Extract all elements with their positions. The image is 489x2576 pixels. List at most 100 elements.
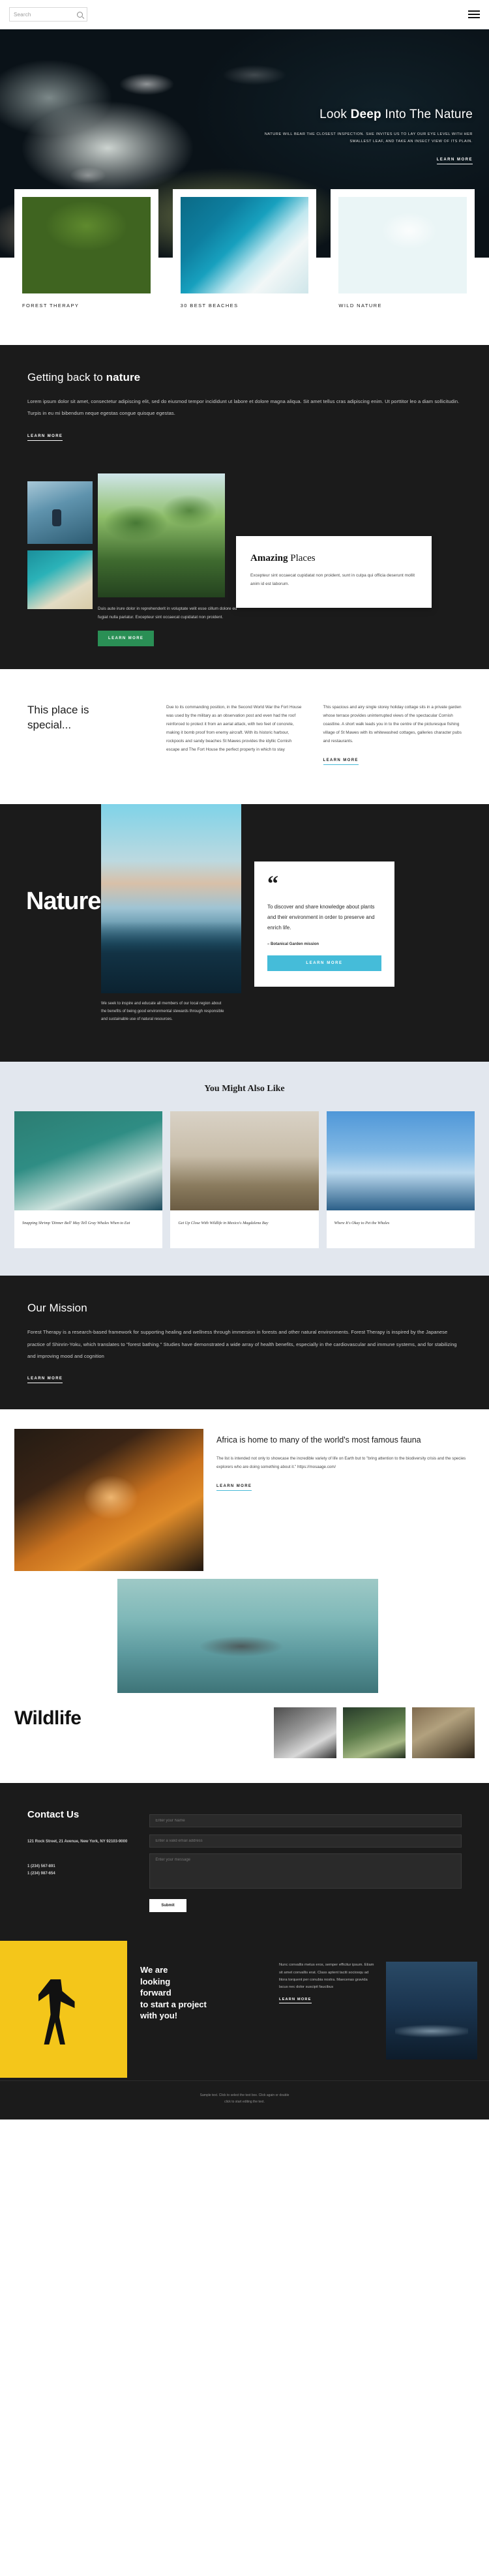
feature-card-caption: Wild Nature xyxy=(338,303,382,308)
wildlife-thumbnail-monkey[interactable] xyxy=(412,1707,475,1759)
our-mission-learn-more-button[interactable]: Learn More xyxy=(27,1377,63,1384)
related-card[interactable]: Snapping Shrimp 'Dinner Bell' May Tell G… xyxy=(14,1111,163,1249)
contact-form: Submit xyxy=(149,1809,462,1913)
promo-heading: We are looking forward to start a projec… xyxy=(140,1964,254,2022)
feature-card-caption: 30 Best Beaches xyxy=(180,303,239,308)
contact-title: Contact Us xyxy=(27,1809,80,1821)
related-card-caption: Where It's Okay to Pet the Whales xyxy=(334,1221,390,1226)
amazing-places-title-plain: Places xyxy=(288,552,316,563)
wildlife-learn-more-button[interactable]: Learn More xyxy=(216,1484,252,1491)
hamburger-menu-icon[interactable] xyxy=(468,10,480,19)
you-might-also-like-section: You Might Also Like Snapping Shrimp 'Din… xyxy=(0,1062,489,1276)
contact-phone-1: 1 (234) 567-891 xyxy=(27,1864,55,1868)
related-card[interactable]: Get Up Close With Wildlife in Mexico's M… xyxy=(170,1111,319,1249)
special-place-section: This place is special... Due to its comm… xyxy=(0,668,489,805)
promo-heading-line4: to start a project xyxy=(140,1999,207,2009)
special-title: This place is special... xyxy=(27,703,148,733)
our-mission-section: Our Mission Forest Therapy is a research… xyxy=(0,1276,489,1410)
wildlife-thumbnail-giraffe[interactable] xyxy=(343,1707,406,1759)
promo-body: Nunc convallis metus eros, semper effici… xyxy=(279,1963,374,1990)
hero-title-bold: Deep xyxy=(350,108,381,121)
contact-name-field[interactable] xyxy=(149,1814,462,1828)
hero-subtitle: NATURE WILL BEAR THE CLOSEST INSPECTION.… xyxy=(264,132,473,144)
feature-card[interactable]: Wild Nature xyxy=(331,189,475,323)
amazing-places-title: Amazing Places xyxy=(250,553,417,564)
amazing-places-panel: Amazing Places Excepteur sint occaecat c… xyxy=(236,535,432,608)
burger-line xyxy=(468,17,480,19)
nature-learn-more-button[interactable]: Learn More xyxy=(267,955,381,971)
promo-night-mountain-image xyxy=(386,1962,477,2060)
special-title-column: This place is special... xyxy=(27,703,148,766)
burger-line xyxy=(468,10,480,12)
amazing-places-title-bold: Amazing xyxy=(250,552,288,563)
amazing-places-section: Amazing Places Excepteur sint occaecat c… xyxy=(0,466,489,669)
amazing-image-person-in-water xyxy=(27,481,93,544)
amazing-learn-more-button[interactable]: Learn More xyxy=(98,631,155,647)
getting-back-section: Getting back to nature Lorem ipsum dolor… xyxy=(0,345,489,467)
promo-heading-column: We are looking forward to start a projec… xyxy=(127,1941,267,2081)
feature-card-image xyxy=(180,197,309,293)
contact-info-column: Contact Us 121 Rock Street, 21 Avenue, N… xyxy=(27,1809,127,1912)
special-body-two: This spacious and airy single storey hol… xyxy=(323,704,462,744)
special-learn-more-button[interactable]: Learn More xyxy=(323,758,359,766)
nature-quote-card: “ To discover and share knowledge about … xyxy=(254,861,394,987)
nature-mountain-image xyxy=(101,804,241,994)
related-card-caption: Snapping Shrimp 'Dinner Bell' May Tell G… xyxy=(22,1221,130,1226)
special-column-one: Due to its commanding position, in the S… xyxy=(166,703,305,766)
feature-card-image xyxy=(22,197,151,293)
feature-card[interactable]: Forest Therapy xyxy=(14,189,158,323)
contact-phone-2: 1 (234) 987-654 xyxy=(27,1872,55,1876)
getting-back-learn-more-button[interactable]: Learn More xyxy=(27,434,63,441)
contact-message-field[interactable] xyxy=(149,1853,462,1889)
search-input[interactable]: Search xyxy=(9,7,87,22)
amazing-places-body: Excepteur sint occaecat cupidatat non pr… xyxy=(250,573,415,586)
contact-submit-button[interactable]: Submit xyxy=(149,1899,186,1913)
wildlife-thumbnail-zebra[interactable] xyxy=(274,1707,336,1759)
feature-card-image xyxy=(338,197,467,293)
related-card[interactable]: Where It's Okay to Pet the Whales xyxy=(326,1111,475,1249)
our-mission-body: Forest Therapy is a research-based frame… xyxy=(27,1329,457,1359)
nature-quote-attribution: – Botanical Garden mission xyxy=(267,942,319,946)
amazing-side-body: Duis aute irure dolor in reprehenderit i… xyxy=(98,606,237,620)
related-card-image xyxy=(14,1111,163,1211)
nature-note: We seek to inspire and educate all membe… xyxy=(101,1000,225,1023)
contact-email-field[interactable] xyxy=(149,1835,462,1848)
hero-title-part1: Look xyxy=(319,108,351,121)
nature-heading: Nature xyxy=(26,888,101,916)
nature-note-text: We seek to inspire and educate all membe… xyxy=(101,1002,224,1022)
promo-section: We are looking forward to start a projec… xyxy=(0,1941,489,2081)
you-might-also-like-title: You Might Also Like xyxy=(204,1084,285,1094)
hero-learn-more-button[interactable]: Learn More xyxy=(436,158,473,164)
wildlife-thumbnail-row xyxy=(14,1707,475,1759)
footer: Sample text. Click to select the text bo… xyxy=(0,2080,489,2120)
page-root: Search Look Deep Into The Nature NATURE … xyxy=(0,0,489,2120)
amazing-side-text: Duis aute irure dolor in reprehenderit i… xyxy=(98,605,238,647)
search-icon[interactable] xyxy=(77,11,83,18)
wildlife-body: The list is intended not only to showcas… xyxy=(216,1456,466,1469)
amazing-image-turquoise-shore xyxy=(27,550,93,609)
promo-learn-more-button[interactable]: Learn More xyxy=(279,1998,312,2004)
you-might-also-like-grid: Snapping Shrimp 'Dinner Bell' May Tell G… xyxy=(14,1111,475,1249)
special-title-line1: This place is xyxy=(27,703,89,716)
getting-back-title-bold: nature xyxy=(106,371,141,383)
getting-back-title: Getting back to nature xyxy=(27,371,462,384)
wildlife-text-column: Africa is home to many of the world's mo… xyxy=(216,1429,475,1571)
promo-heading-line5: with you! xyxy=(140,2011,178,2021)
special-body-one: Due to its commanding position, in the S… xyxy=(166,704,302,753)
wildlife-tiger-image xyxy=(14,1429,203,1572)
contact-section: Contact Us 121 Rock Street, 21 Avenue, N… xyxy=(0,1783,489,1941)
footer-line-1: Sample text. Click to select the text bo… xyxy=(200,2093,289,2098)
amazing-image-palm-trees xyxy=(98,473,225,597)
feature-card[interactable]: 30 Best Beaches xyxy=(172,189,317,323)
special-column-two: This spacious and airy single storey hol… xyxy=(323,703,462,766)
quote-mark-icon: “ xyxy=(267,872,278,897)
hero-title-part2: Into The Nature xyxy=(381,108,473,121)
promo-heading-line3: forward xyxy=(140,1988,171,1998)
promo-heading-line1: We are xyxy=(140,1965,168,1975)
getting-back-title-plain: Getting back to xyxy=(27,371,106,383)
related-card-image xyxy=(170,1111,319,1211)
wildlife-hippos-image xyxy=(117,1579,378,1694)
wildlife-top-row: Africa is home to many of the world's mo… xyxy=(14,1429,475,1572)
nature-quote-section: Nature “ To discover and share knowledge… xyxy=(0,804,489,1062)
our-mission-title: Our Mission xyxy=(27,1302,87,1315)
